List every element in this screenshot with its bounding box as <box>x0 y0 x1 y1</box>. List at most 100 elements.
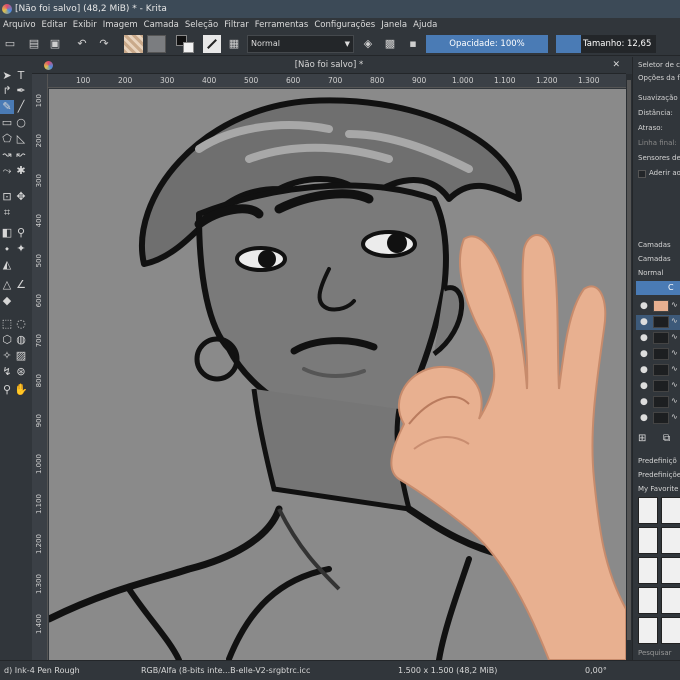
duplicate-layer-icon[interactable]: ⧉ <box>663 433 670 444</box>
menu-editar[interactable]: Editar <box>39 20 70 30</box>
freehand-selection-icon[interactable]: ◍ <box>14 333 28 347</box>
brush-preset-tile[interactable] <box>638 587 658 614</box>
snap-checkbox[interactable] <box>638 170 646 178</box>
undo-icon[interactable]: ↶ <box>74 35 90 51</box>
preserve-alpha-icon[interactable]: ▩ <box>382 35 398 51</box>
size-slider[interactable]: Tamanho: 12,65 px <box>556 35 656 67</box>
status-brush[interactable]: d) Ink-4 Pen Rough <box>4 661 80 680</box>
reference-image-icon[interactable]: ◆ <box>0 294 14 308</box>
menu-imagem[interactable]: Imagem <box>100 20 141 30</box>
ellipse-tool-icon[interactable]: ○ <box>14 116 28 130</box>
menu-camada[interactable]: Camada <box>141 20 182 30</box>
brush-preset-tile[interactable] <box>638 557 658 584</box>
rect-selection-icon[interactable]: ⬚ <box>0 317 14 331</box>
colorize-mask-icon[interactable]: ⬩ <box>0 242 14 256</box>
layer-options-icon[interactable]: ∿ <box>671 396 678 405</box>
polyline-tool-icon[interactable]: ◺ <box>14 132 28 146</box>
brush-preset-tile[interactable] <box>638 617 658 644</box>
similar-selection-icon[interactable]: ▨ <box>14 349 28 363</box>
brush-preset-tile[interactable] <box>661 557 680 584</box>
layer-blend-mode[interactable]: Normal <box>638 269 663 277</box>
opacity-slider[interactable]: Opacidade: 100% <box>426 35 548 53</box>
layer-row[interactable]: ● ∿ <box>636 411 680 426</box>
layer-row[interactable]: ● ∿ <box>636 299 680 314</box>
gradient-tool-icon[interactable]: ◧ <box>0 226 14 240</box>
ellipse-selection-icon[interactable]: ◌ <box>14 317 28 331</box>
brush-preset-tile[interactable] <box>661 617 680 644</box>
layer-options-icon[interactable]: ∿ <box>671 412 678 421</box>
polygon-tool-icon[interactable]: ⬠ <box>0 132 14 146</box>
close-icon[interactable]: ✕ <box>612 57 620 74</box>
select-shapes-icon[interactable]: ➤ <box>0 69 14 83</box>
layer-options-icon[interactable]: ∿ <box>671 380 678 389</box>
zoom-tool-icon[interactable]: ⚲ <box>0 383 14 397</box>
contiguous-selection-icon[interactable]: ✧ <box>0 349 14 363</box>
menu-ajuda[interactable]: Ajuda <box>410 20 440 30</box>
fill-tool-icon[interactable]: ◭ <box>0 258 14 272</box>
brush-preset-tile[interactable] <box>661 587 680 614</box>
assistant-tool-icon[interactable]: △ <box>0 278 14 292</box>
layer-header-selected[interactable]: C <box>636 281 680 295</box>
layer-row[interactable]: ● ∿ <box>636 363 680 378</box>
brush-preset-tile[interactable] <box>638 527 658 554</box>
edit-shapes-icon[interactable]: ↱ <box>0 84 14 98</box>
line-tool-icon[interactable]: ╱ <box>14 100 28 114</box>
layer-row[interactable]: ● ∿ <box>636 331 680 346</box>
brush-preset-tile[interactable] <box>661 497 680 524</box>
eraser-mode-icon[interactable]: ◈ <box>360 35 376 51</box>
blend-mode-select[interactable]: Normal ▼ <box>247 35 354 53</box>
brush-settings-icon[interactable]: ▦ <box>226 35 242 51</box>
layer-options-icon[interactable]: ∿ <box>671 348 678 357</box>
smart-patch-icon[interactable]: ✦ <box>14 242 28 256</box>
new-document-icon[interactable]: ▭ <box>2 35 18 51</box>
opacity-options-icon[interactable]: ▪ <box>405 35 421 51</box>
rectangle-tool-icon[interactable]: ▭ <box>0 116 14 130</box>
layer-row[interactable]: ● ∿ <box>636 379 680 394</box>
menu-ferramentas[interactable]: Ferramentas <box>252 20 312 30</box>
brush-preset-tile[interactable] <box>661 527 680 554</box>
presets-tag-select[interactable]: My Favorite <box>638 485 678 493</box>
layer-row-selected[interactable]: ● ∿ <box>636 315 680 330</box>
bezier-selection-icon[interactable]: ↯ <box>0 365 14 379</box>
calligraphy-icon[interactable]: ✒ <box>14 84 28 98</box>
eye-icon[interactable]: ● <box>640 317 648 327</box>
drawing-canvas[interactable] <box>49 89 626 660</box>
eye-icon[interactable]: ● <box>640 413 648 423</box>
transform-tool-icon[interactable]: ⊡ <box>0 190 14 204</box>
color-picker-icon[interactable]: ⚲ <box>14 226 28 240</box>
menu-exibir[interactable]: Exibir <box>70 20 100 30</box>
pattern-swatch[interactable] <box>147 35 166 53</box>
layer-options-icon[interactable]: ∿ <box>671 300 678 309</box>
dynamic-brush-icon[interactable]: ⤳ <box>0 164 14 178</box>
brush-preset-button[interactable] <box>203 35 221 53</box>
tool-options-tab[interactable]: Seletor de co <box>638 61 680 69</box>
eye-icon[interactable]: ● <box>640 349 648 359</box>
gradient-swatch[interactable] <box>124 35 143 53</box>
eye-icon[interactable]: ● <box>640 381 648 391</box>
preset-search-input[interactable]: Pesquisar <box>638 649 672 657</box>
eye-icon[interactable]: ● <box>640 397 648 407</box>
pan-tool-icon[interactable]: ✋ <box>14 383 28 397</box>
text-tool-icon[interactable]: T <box>14 69 28 83</box>
magnetic-selection-icon[interactable]: ⊛ <box>14 365 28 379</box>
measure-tool-icon[interactable]: ∠ <box>14 278 28 292</box>
document-tab[interactable]: [Não foi salvo] * ✕ <box>32 57 626 74</box>
open-document-icon[interactable]: ▤ <box>26 35 42 51</box>
layers-tab[interactable]: Camadas <box>638 241 671 249</box>
menu-configuracoes[interactable]: Configurações <box>311 20 378 30</box>
eye-icon[interactable]: ● <box>640 333 648 343</box>
eye-icon[interactable]: ● <box>640 365 648 375</box>
menu-arquivo[interactable]: Arquivo <box>0 20 39 30</box>
color-swatches[interactable] <box>176 35 194 53</box>
scrollbar-thumb[interactable] <box>627 80 631 640</box>
polygon-selection-icon[interactable]: ⬡ <box>0 333 14 347</box>
eye-icon[interactable]: ● <box>640 301 648 311</box>
layer-row[interactable]: ● ∿ <box>636 347 680 362</box>
brush-preset-tile[interactable] <box>638 497 658 524</box>
bezier-tool-icon[interactable]: ↝ <box>0 148 14 162</box>
menu-selecao[interactable]: Seleção <box>182 20 221 30</box>
menu-janela[interactable]: Janela <box>378 20 410 30</box>
presets-tab[interactable]: Predefiniçõ <box>638 457 677 465</box>
freehand-path-icon[interactable]: ↜ <box>14 148 28 162</box>
multibrush-icon[interactable]: ✱ <box>14 164 28 178</box>
